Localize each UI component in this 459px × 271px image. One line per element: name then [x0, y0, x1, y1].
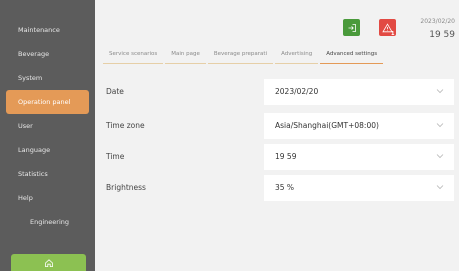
- brightness-setting-row: Brightness 35 %: [106, 175, 454, 201]
- login-icon: [348, 23, 356, 32]
- sidebar-item-maintenance[interactable]: Maintenance: [0, 18, 95, 42]
- chevron-down-icon: [436, 185, 444, 190]
- timezone-value: Asia/Shanghai(GMT+08:00): [275, 121, 379, 130]
- time-label: Time: [106, 152, 125, 161]
- header-date: 2023/02/20: [420, 18, 455, 25]
- brightness-select[interactable]: 35 %: [264, 175, 454, 201]
- date-setting-row: Date 2023/02/20: [106, 79, 454, 105]
- time-setting-row: Time 19 59: [106, 144, 454, 170]
- brightness-value: 35 %: [275, 183, 295, 192]
- sidebar-item-statistics[interactable]: Statistics: [0, 162, 95, 186]
- sidebar-item-user[interactable]: User: [0, 114, 95, 138]
- tab-advertising[interactable]: Advertising: [275, 48, 319, 64]
- sidebar-item-operation-panel[interactable]: Operation panel: [6, 90, 89, 114]
- time-select[interactable]: 19 59: [264, 144, 454, 170]
- sidebar-item-engineering[interactable]: Engineering: [0, 210, 95, 234]
- sidebar: Maintenance Beverage System Operation pa…: [0, 0, 95, 271]
- chevron-down-icon: [436, 154, 444, 159]
- date-value: 2023/02/20: [275, 87, 319, 96]
- timezone-select[interactable]: Asia/Shanghai(GMT+08:00): [264, 113, 454, 139]
- date-select[interactable]: 2023/02/20: [264, 79, 454, 105]
- tab-advanced-settings[interactable]: Advanced settings: [320, 48, 384, 64]
- home-button[interactable]: [11, 254, 86, 271]
- date-label: Date: [106, 87, 124, 96]
- brightness-label: Brightness: [106, 183, 146, 192]
- top-bar: 1 2023/02/20 19 59: [95, 0, 459, 44]
- chevron-down-icon: [436, 89, 444, 94]
- tab-beverage-preparation[interactable]: Beverage preparati: [207, 48, 274, 64]
- sidebar-item-beverage[interactable]: Beverage: [0, 42, 95, 66]
- sidebar-item-system[interactable]: System: [0, 66, 95, 90]
- tab-bar: Service scenarios Main page Beverage pre…: [103, 48, 453, 64]
- header-time: 19 59: [429, 30, 455, 40]
- main-panel: 1 2023/02/20 19 59 Service scenarios Mai…: [95, 0, 459, 271]
- tab-main-page[interactable]: Main page: [165, 48, 206, 64]
- home-icon: [44, 258, 53, 267]
- alert-count-badge: 1: [391, 31, 395, 37]
- login-button[interactable]: [343, 19, 360, 36]
- timezone-setting-row: Time zone Asia/Shanghai(GMT+08:00): [106, 113, 454, 139]
- timezone-label: Time zone: [106, 121, 145, 130]
- sidebar-item-help[interactable]: Help: [0, 186, 95, 210]
- chevron-down-icon: [436, 123, 444, 128]
- sidebar-item-language[interactable]: Language: [0, 138, 95, 162]
- time-value: 19 59: [275, 152, 297, 161]
- tab-service-scenarios[interactable]: Service scenarios: [103, 48, 164, 64]
